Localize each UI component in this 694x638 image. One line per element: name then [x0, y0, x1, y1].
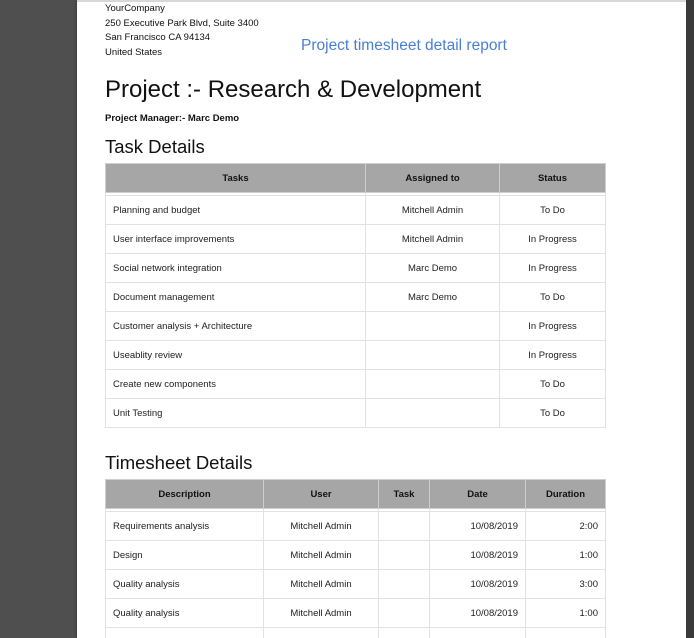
task-details-cell: To Do: [499, 282, 606, 312]
timesheet-details-title: Timesheet Details: [105, 452, 253, 473]
project-manager: Project Manager:- Marc Demo: [105, 113, 240, 124]
timesheet-details-cell: 1:00: [525, 540, 606, 570]
timesheet-header-duration: Duration: [525, 479, 606, 509]
task-details-cell: Mitchell Admin: [365, 195, 500, 225]
timesheet-details-cell: Requirements analysis: [105, 511, 264, 541]
timesheet-details-cell: [105, 627, 264, 638]
timesheet-details-cell: Mitchell Admin: [263, 598, 379, 628]
timesheet-header-description: Description: [105, 479, 264, 509]
task-header-tasks: Tasks: [105, 163, 366, 193]
table-row: Unit Testing To Do: [105, 398, 606, 428]
task-details-cell: Customer analysis + Architecture: [105, 311, 366, 341]
company-street: 250 Executive Park Blvd, Suite 3400: [105, 17, 259, 29]
timesheet-header-user: User: [263, 479, 379, 509]
table-row: Quality analysis Mitchell Admin 10/08/2019…: [105, 569, 606, 599]
timesheet-header-task: Task: [378, 479, 430, 509]
table-row: Social network integration Marc Demo In Pr…: [105, 253, 606, 283]
timesheet-details-cell: 2:00: [525, 511, 606, 541]
task-details-cell: Marc Demo: [365, 282, 500, 312]
task-details-cell: Useablity review: [105, 340, 366, 370]
table-row: Planning and budget Mitchell Admin To Do: [105, 195, 606, 225]
timesheet-header-date: Date: [429, 479, 526, 509]
task-details-cell: Mitchell Admin: [365, 224, 500, 254]
task-details-cell: In Progress: [499, 224, 606, 254]
task-details-cell: Document management: [105, 282, 366, 312]
task-details-cell: [365, 340, 500, 370]
timesheet-details-cell: Quality analysis: [105, 569, 264, 599]
table-row: Design Mitchell Admin 10/08/2019 1:00: [105, 540, 606, 570]
task-header-status: Status: [499, 163, 606, 193]
timesheet-details-cell: Mitchell Admin: [263, 569, 379, 599]
table-row: Customer analysis + Architecture In Progr…: [105, 311, 606, 341]
timesheet-details-cell: 10/08/2019: [429, 598, 526, 628]
task-details-cell: User interface improvements: [105, 224, 366, 254]
company-country: United States: [105, 46, 163, 58]
timesheet-details-cell: [378, 627, 430, 638]
table-row: Document management Marc Demo To Do: [105, 282, 606, 312]
timesheet-details-cell: [378, 598, 430, 628]
task-details-cell: Unit Testing: [105, 398, 366, 428]
task-details-cell: Marc Demo: [365, 253, 500, 283]
timesheet-details-cell: [378, 569, 430, 599]
report-title: Project timesheet detail report: [301, 37, 507, 54]
task-details-cell: In Progress: [499, 340, 606, 370]
company-address: YourCompany 250 Executive Park Blvd, Sui…: [105, 2, 259, 60]
company-name: YourCompany: [105, 3, 165, 14]
task-details-table: Tasks Assigned to Status Planning and bu…: [105, 163, 606, 428]
project-title: Project :- Research & Development: [105, 76, 482, 103]
table-row: User interface improvements Mitchell Admi…: [105, 224, 606, 254]
table-row: Create new components To Do: [105, 369, 606, 399]
timesheet-details-cell: 10/08/2019: [429, 511, 526, 541]
task-details-cell: Create new components: [105, 369, 366, 399]
timesheet-details-cell: [378, 540, 430, 570]
timesheet-details-cell: [525, 627, 606, 638]
timesheet-details-cell: Mitchell Admin: [263, 511, 379, 541]
timesheet-details-cell: [263, 627, 379, 638]
report-page: YourCompany 250 Executive Park Blvd, Sui…: [77, 0, 686, 638]
task-details-cell: In Progress: [499, 253, 606, 283]
timesheet-details-cell: [378, 511, 430, 541]
task-details-cell: [365, 369, 500, 399]
viewer-scroll-edge: [686, 0, 694, 638]
timesheet-details-cell: 1:00: [525, 598, 606, 628]
task-details-cell: To Do: [499, 369, 606, 399]
task-details-cell: To Do: [499, 398, 606, 428]
timesheet-details-table: Description User Task Date Duration Requ…: [105, 479, 606, 638]
task-details-cell: Social network integration: [105, 253, 366, 283]
task-header-assigned: Assigned to: [365, 163, 500, 193]
timesheet-details-cell: 10/08/2019: [429, 540, 526, 570]
timesheet-details-cell: Mitchell Admin: [263, 540, 379, 570]
task-details-cell: Planning and budget: [105, 195, 366, 225]
task-details-cell: [365, 398, 500, 428]
timesheet-details-cell: Design: [105, 540, 264, 570]
task-details-cell: To Do: [499, 195, 606, 225]
task-details-cell: [365, 311, 500, 341]
task-details-cell: In Progress: [499, 311, 606, 341]
company-city: San Francisco CA 94134: [105, 32, 211, 43]
table-row: Requirements analysis Mitchell Admin 10/08…: [105, 511, 606, 541]
task-details-title: Task Details: [105, 136, 205, 157]
timesheet-details-cell: 3:00: [525, 569, 606, 599]
timesheet-details-cell: [429, 627, 526, 638]
timesheet-details-cell: 10/08/2019: [429, 569, 526, 599]
timesheet-header-row: Description User Task Date Duration: [105, 479, 606, 509]
task-header-row: Tasks Assigned to Status: [105, 163, 606, 193]
table-row: Quality analysis Mitchell Admin 10/08/2019…: [105, 598, 606, 628]
timesheet-details-cell: Quality analysis: [105, 598, 264, 628]
table-row: Useablity review In Progress: [105, 340, 606, 370]
table-row: [105, 627, 606, 638]
